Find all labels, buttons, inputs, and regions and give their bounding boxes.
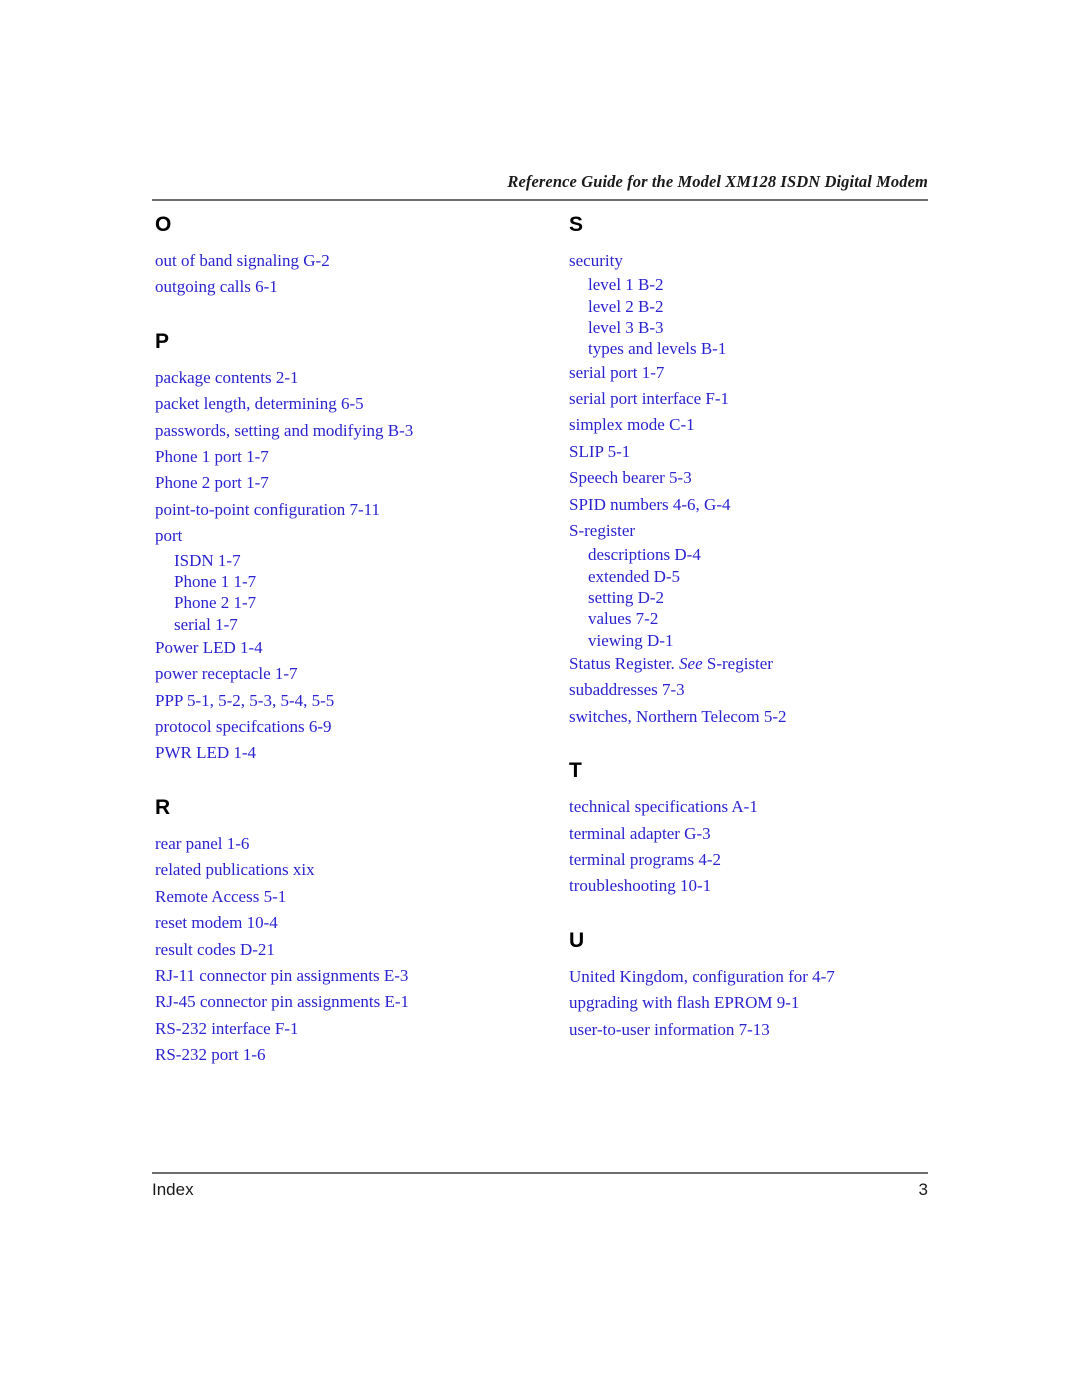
index-subentry[interactable]: extended D-5 <box>569 566 959 587</box>
index-entry[interactable]: protocol specifcations 6-9 <box>155 714 545 740</box>
footer-divider <box>152 1172 928 1174</box>
index-subentry[interactable]: ISDN 1-7 <box>155 550 545 571</box>
index-entry[interactable]: package contents 2-1 <box>155 365 545 391</box>
index-entry[interactable]: rear panel 1-6 <box>155 831 545 857</box>
index-entry[interactable]: switches, Northern Telecom 5-2 <box>569 704 959 730</box>
index-entry[interactable]: serial port 1-7 <box>569 360 959 386</box>
index-section-s: Ssecurity level 1 B-2 level 2 B-2 level 3 B… <box>569 214 959 730</box>
header-divider <box>152 199 928 201</box>
index-entry[interactable]: Phone 1 port 1-7 <box>155 444 545 470</box>
index-entry[interactable]: outgoing calls 6-1 <box>155 274 545 300</box>
index-subentry[interactable]: types and levels B-1 <box>569 338 959 359</box>
index-subentry[interactable]: setting D-2 <box>569 587 959 608</box>
section-letter-p: P <box>155 329 170 353</box>
index-entry[interactable]: serial port interface F-1 <box>569 386 959 412</box>
footer-page-number: 3 <box>918 1180 928 1199</box>
index-entry[interactable]: PWR LED 1-4 <box>155 740 545 766</box>
index-subentry[interactable]: Phone 2 1-7 <box>155 592 545 613</box>
index-subentry[interactable]: viewing D-1 <box>569 630 959 651</box>
index-entry[interactable]: SPID numbers 4-6, G-4 <box>569 492 959 518</box>
section-letter-s: S <box>569 213 584 236</box>
index-entry[interactable]: RS-232 port 1-6 <box>155 1042 545 1068</box>
section-letter-t: T <box>569 759 582 783</box>
index-section-o: Oout of band signaling G-2 outgoing calls… <box>155 214 545 301</box>
index-subentry[interactable]: level 2 B-2 <box>569 296 959 317</box>
index-entry[interactable]: result codes D-21 <box>155 937 545 963</box>
page-footer: Index 3 <box>152 1172 928 1200</box>
see-reference: See <box>679 653 703 673</box>
index-entry[interactable]: related publications xix <box>155 857 545 883</box>
index-entry[interactable]: SLIP 5-1 <box>569 439 959 465</box>
index-entry[interactable]: point-to-point configuration 7-11 <box>155 497 545 523</box>
index-entry[interactable]: user-to-user information 7-13 <box>569 1017 959 1043</box>
index-entry[interactable]: S-register <box>569 518 959 544</box>
running-header: Reference Guide for the Model XM128 ISDN… <box>152 172 928 201</box>
left-column: Oout of band signaling G-2 outgoing calls… <box>155 214 545 1069</box>
index-entry[interactable]: PPP 5-1, 5-2, 5-3, 5-4, 5-5 <box>155 688 545 714</box>
index-entry[interactable]: United Kingdom, configuration for 4-7 <box>569 964 959 990</box>
index-entry[interactable]: power receptacle 1-7 <box>155 661 545 687</box>
index-entry[interactable]: upgrading with flash EPROM 9-1 <box>569 990 959 1016</box>
index-section-u: U United Kingdom, configuration for 4-7 up… <box>569 930 959 1043</box>
footer-label: Index <box>152 1180 194 1199</box>
index-section-p: Ppackage contents 2-1 packet length, dete… <box>155 331 545 767</box>
index-entry[interactable]: simplex mode C-1 <box>569 412 959 438</box>
index-entry[interactable]: Phone 2 port 1-7 <box>155 470 545 496</box>
right-column: Ssecurity level 1 B-2 level 2 B-2 level 3 B… <box>569 214 959 1043</box>
index-entry[interactable]: subaddresses 7-3 <box>569 677 959 703</box>
index-entry[interactable]: Power LED 1-4 <box>155 635 545 661</box>
index-section-r: Rrear panel 1-6 related publications xix R… <box>155 797 545 1069</box>
section-letter-o: O <box>155 213 172 236</box>
index-subentry[interactable]: level 3 B-3 <box>569 317 959 338</box>
section-letter-r: R <box>155 795 171 819</box>
index-entry[interactable]: passwords, setting and modifying B-3 <box>155 418 545 444</box>
index-entry[interactable]: terminal adapter G-3 <box>569 821 959 847</box>
index-entry[interactable]: RJ-11 connector pin assignments E-3 <box>155 963 545 989</box>
index-subentry[interactable]: level 1 B-2 <box>569 274 959 295</box>
index-subentry[interactable]: values 7-2 <box>569 608 959 629</box>
index-entry[interactable]: reset modem 10-4 <box>155 910 545 936</box>
index-entry[interactable]: Speech bearer 5-3 <box>569 465 959 491</box>
index-columns: Oout of band signaling G-2 outgoing calls… <box>155 214 945 1114</box>
index-entry[interactable]: Remote Access 5-1 <box>155 884 545 910</box>
index-entry[interactable]: RJ-45 connector pin assignments E-1 <box>155 989 545 1015</box>
index-entry[interactable]: troubleshooting 10-1 <box>569 873 959 899</box>
index-entry[interactable]: Status Register. See S-register <box>569 651 959 677</box>
section-letter-u: U <box>569 928 585 952</box>
index-entry[interactable]: technical specifications A-1 <box>569 794 959 820</box>
index-entry[interactable]: out of band signaling G-2 <box>155 248 545 274</box>
index-subentry[interactable]: Phone 1 1-7 <box>155 571 545 592</box>
index-section-t: Ttechnical specifications A-1 terminal ad… <box>569 760 959 900</box>
index-entry[interactable]: RS-232 interface F-1 <box>155 1016 545 1042</box>
index-subentry[interactable]: serial 1-7 <box>155 614 545 635</box>
index-entry[interactable]: port <box>155 523 545 549</box>
index-subentry[interactable]: descriptions D-4 <box>569 544 959 565</box>
header-title: Reference Guide for the Model XM128 ISDN… <box>507 172 928 191</box>
index-page: Reference Guide for the Model XM128 ISDN… <box>0 0 1080 1397</box>
index-entry[interactable]: packet length, determining 6-5 <box>155 391 545 417</box>
index-entry[interactable]: security <box>569 248 959 274</box>
index-entry[interactable]: terminal programs 4-2 <box>569 847 959 873</box>
